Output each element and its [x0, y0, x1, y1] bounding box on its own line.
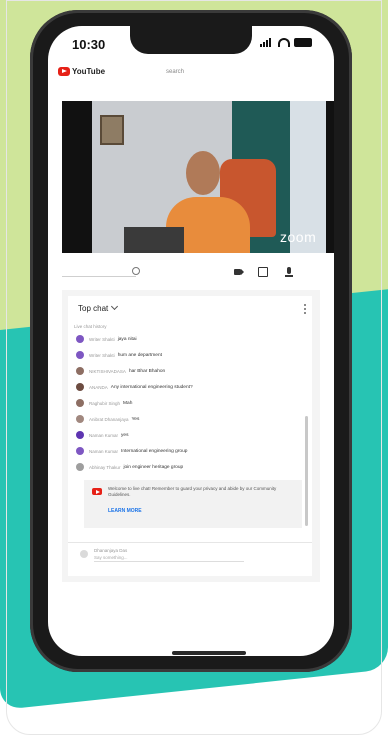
chat-author: Writer Shakti	[89, 352, 115, 358]
chat-input-area: Dhananjaya Das Say something...	[68, 542, 312, 572]
chat-text: Any international engineering student?	[110, 384, 193, 390]
avatar[interactable]	[76, 383, 84, 391]
chat-message: Naman Kumar yes	[68, 428, 300, 442]
chat-author: Raghubir Singh	[89, 400, 121, 406]
avatar[interactable]	[76, 351, 84, 359]
avatar[interactable]	[76, 367, 84, 375]
chat-author: ANANDA	[89, 384, 108, 390]
youtube-logo-text: YouTube	[72, 67, 106, 76]
video-player[interactable]: zoom	[62, 101, 334, 253]
chat-text: Yes	[131, 416, 140, 422]
learn-more-link[interactable]: LEARN MORE	[108, 508, 142, 514]
search-icon[interactable]	[132, 267, 140, 275]
chat-mode-selector[interactable]: Top chat	[78, 302, 119, 313]
chat-message: Naman Kumar International engineering gr…	[68, 444, 300, 458]
divider	[68, 542, 312, 543]
chat-message: ANANDA Any international engineering stu…	[68, 380, 300, 394]
chat-text: har Bhar Bhahon	[128, 368, 166, 374]
avatar[interactable]	[76, 431, 84, 439]
chevron-down-icon	[111, 302, 119, 311]
avatar[interactable]	[76, 415, 84, 423]
avatar[interactable]	[76, 399, 84, 407]
signal-icon	[260, 38, 274, 47]
chat-message: Writer Shakti hum ane department	[68, 348, 300, 362]
chat-author: Naman Kumar	[89, 432, 119, 438]
chat-author: Anibrat Dhananjaya	[89, 416, 129, 422]
home-indicator[interactable]	[172, 651, 246, 655]
chat-text: jaya nitai	[117, 336, 137, 342]
video-zoom-watermark: zoom	[280, 229, 317, 245]
youtube-icon	[92, 488, 102, 495]
video-table	[124, 227, 184, 253]
chat-text: Mah	[123, 400, 133, 406]
avatar	[80, 550, 88, 558]
chat-mode-label: Top chat	[78, 304, 109, 313]
chat-author: Abhinay Thakur	[89, 464, 121, 470]
chat-message: NIKTISHIVADASA har Bhar Bhahon	[68, 364, 300, 378]
avatar[interactable]	[76, 335, 84, 343]
chat-panel: Top chat Live chat history Writer Shakti…	[62, 290, 320, 582]
phone-notch	[130, 26, 252, 54]
status-time: 10:30	[72, 37, 106, 52]
chat-text: join engineer heritage group	[123, 464, 184, 470]
youtube-bar: YouTube search	[48, 64, 334, 82]
notice-text: Welcome to live chat! Remember to guard …	[108, 486, 277, 497]
more-options-icon[interactable]	[304, 304, 306, 314]
youtube-bar-label: search	[166, 69, 185, 75]
chat-message: Raghubir Singh Mah	[68, 396, 300, 410]
chat-message: Abhinay Thakur join engineer heritage gr…	[68, 460, 300, 474]
phone-screen: 10:30 YouTube search zoom Top chat Live …	[48, 26, 334, 656]
status-icons	[260, 38, 312, 47]
chat-scrollbar[interactable]	[305, 416, 308, 526]
screen-share-icon[interactable]	[258, 267, 268, 277]
chat-text: hum ane department	[117, 352, 162, 358]
chat-input[interactable]: Say something...	[94, 555, 244, 562]
video-speaker-head	[186, 151, 220, 195]
phone-frame: 10:30 YouTube search zoom Top chat Live …	[30, 10, 352, 672]
chat-input-author: Dhananjaya Das	[94, 548, 128, 553]
avatar[interactable]	[76, 447, 84, 455]
chat-message: Writer Shakti jaya nitai	[68, 332, 300, 346]
chat-message: Anibrat Dhananjaya Yes	[68, 412, 300, 426]
camera-icon[interactable]	[234, 267, 244, 277]
chat-partial-row: Live chat history	[74, 324, 107, 329]
video-toolbar	[62, 261, 334, 285]
wifi-icon	[278, 38, 290, 47]
chat-author: NIKTISHIVADASA	[89, 368, 126, 374]
search-underline	[62, 276, 136, 277]
chat-author: Naman Kumar	[89, 448, 119, 454]
chat-text: yes	[121, 432, 129, 438]
chat-card: Top chat Live chat history Writer Shakti…	[68, 296, 312, 576]
chat-author: Writer Shakti	[89, 336, 115, 342]
video-picture-frame	[100, 115, 124, 145]
microphone-icon[interactable]	[284, 267, 294, 277]
chat-text: International engineering group	[121, 448, 188, 454]
avatar[interactable]	[76, 463, 84, 471]
chat-welcome-notice: Welcome to live chat! Remember to guard …	[84, 480, 302, 528]
battery-icon	[294, 38, 312, 47]
youtube-logo-icon[interactable]	[58, 67, 70, 76]
